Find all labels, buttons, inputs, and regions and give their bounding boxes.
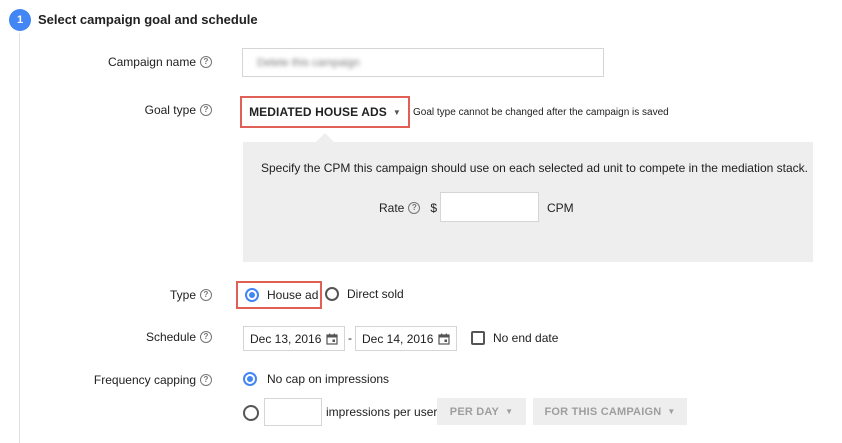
radio-direct-sold[interactable]: [325, 287, 339, 301]
period-dropdown[interactable]: PER DAY ▼: [437, 398, 526, 425]
chevron-down-icon: ▼: [392, 107, 401, 117]
campaign-name-label-text: Campaign name: [107, 55, 196, 69]
cap-suffix-label: impressions per user: [326, 405, 438, 419]
schedule-label-text: Schedule: [145, 330, 196, 344]
chevron-down-icon: ▼: [667, 407, 676, 416]
schedule-label: Schedule ?: [146, 330, 212, 344]
frequency-capping-label-text: Frequency capping: [93, 373, 196, 387]
goal-type-dropdown[interactable]: MEDIATED HOUSE ADS ▼: [240, 96, 410, 128]
help-icon[interactable]: ?: [200, 374, 212, 386]
no-end-date-checkbox[interactable]: [471, 331, 485, 345]
no-end-date-option[interactable]: No end date: [471, 331, 558, 345]
goal-type-label-text: Goal type: [144, 103, 196, 117]
chevron-down-icon: ▼: [505, 407, 514, 416]
help-icon[interactable]: ?: [200, 104, 212, 116]
help-icon[interactable]: ?: [200, 331, 212, 343]
start-date-value: Dec 13, 2016: [250, 331, 322, 346]
currency-symbol: $: [430, 201, 438, 215]
radio-house-ad[interactable]: [245, 288, 259, 302]
calendar-icon[interactable]: [326, 333, 338, 345]
type-option-direct-sold-label: Direct sold: [347, 287, 404, 301]
help-icon[interactable]: ?: [408, 202, 421, 214]
cpm-panel-description: Specify the CPM this campaign should use…: [261, 161, 808, 175]
start-date-input[interactable]: Dec 13, 2016: [243, 326, 345, 351]
step-connector-line: [19, 33, 20, 443]
no-cap-option[interactable]: No cap on impressions: [243, 372, 389, 386]
cpm-unit-label: CPM: [547, 201, 574, 215]
help-icon[interactable]: ?: [200, 56, 212, 68]
type-option-house-ad-label: House ad: [267, 288, 319, 302]
end-date-value: Dec 14, 2016: [362, 331, 434, 346]
type-option-direct-sold[interactable]: Direct sold: [325, 287, 404, 301]
campaign-name-input[interactable]: Delete this campaign: [242, 48, 604, 77]
goal-type-selected: MEDIATED HOUSE ADS: [249, 105, 387, 119]
goal-type-note: Goal type cannot be changed after the ca…: [413, 107, 669, 118]
step-title: Select campaign goal and schedule: [38, 12, 258, 27]
type-option-house-ad[interactable]: House ad: [236, 281, 322, 309]
radio-no-cap[interactable]: [243, 372, 257, 386]
step-number-badge: 1: [9, 9, 31, 31]
calendar-icon[interactable]: [438, 333, 450, 345]
end-date-input[interactable]: Dec 14, 2016: [355, 326, 457, 351]
scope-selected: FOR THIS CAMPAIGN: [544, 405, 662, 418]
frequency-capping-label: Frequency capping ?: [94, 373, 212, 387]
cap-impressions-input[interactable]: [264, 398, 322, 426]
period-selected: PER DAY: [449, 405, 500, 418]
goal-type-label: Goal type ?: [145, 103, 212, 117]
date-separator: -: [348, 331, 352, 345]
rate-input[interactable]: [440, 192, 539, 222]
campaign-name-label: Campaign name ?: [108, 55, 212, 69]
panel-pointer: [316, 133, 334, 142]
radio-cap[interactable]: [243, 405, 259, 421]
type-label-text: Type: [169, 288, 196, 302]
help-icon[interactable]: ?: [200, 289, 212, 301]
no-end-date-label: No end date: [493, 331, 559, 345]
cpm-panel: Specify the CPM this campaign should use…: [243, 142, 813, 262]
scope-dropdown[interactable]: FOR THIS CAMPAIGN ▼: [533, 398, 687, 425]
type-label: Type ?: [170, 288, 212, 302]
no-cap-label: No cap on impressions: [267, 372, 390, 386]
rate-label: Rate ? $: [379, 201, 437, 215]
rate-label-text: Rate: [379, 201, 405, 215]
campaign-name-value: Delete this campaign: [257, 57, 360, 69]
